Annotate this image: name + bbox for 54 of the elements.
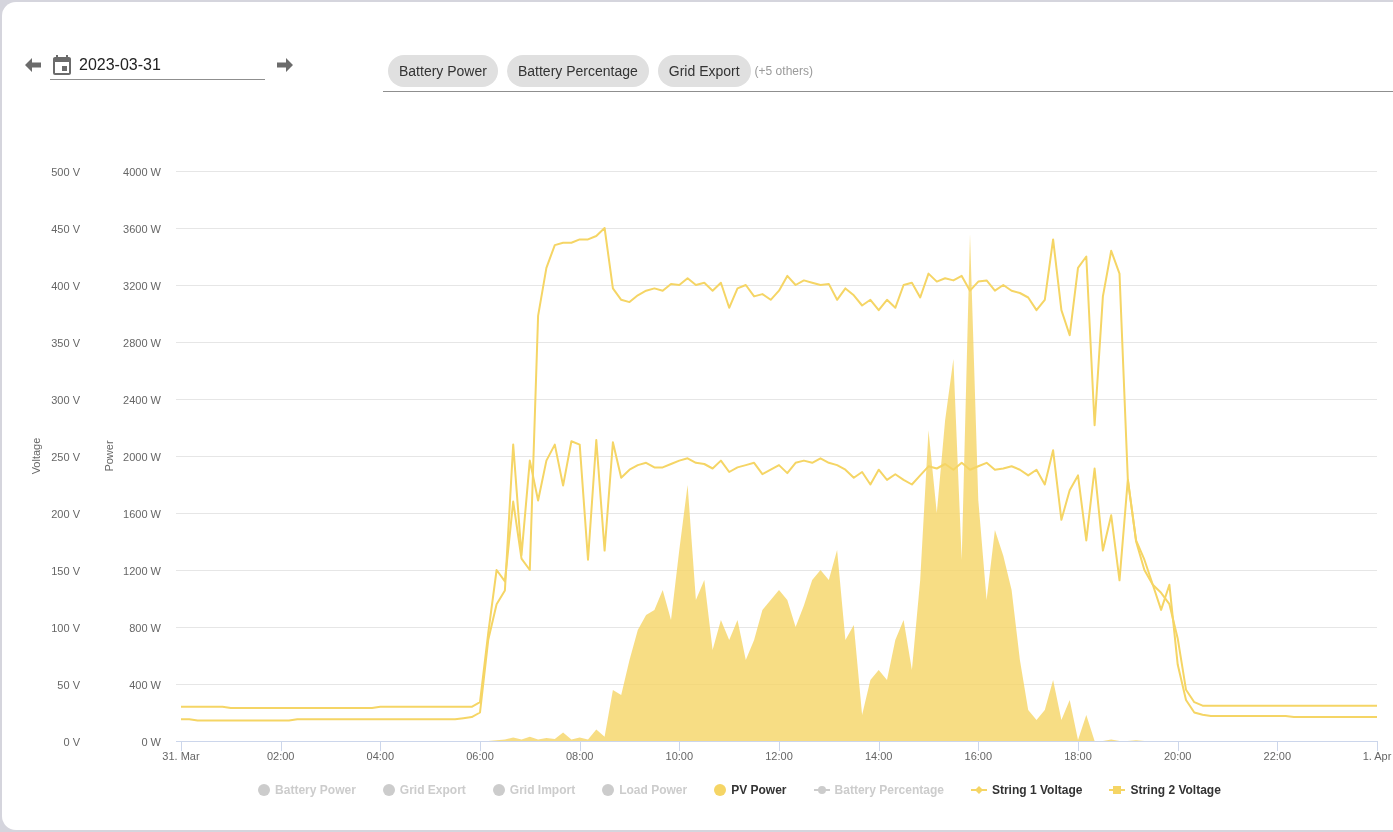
voltage-tick-label: 200 V	[51, 507, 80, 520]
legend-item[interactable]: PV Power	[714, 781, 787, 799]
time-tick-label: 04:00	[366, 750, 395, 762]
time-tick-label: 06:00	[466, 750, 494, 762]
dot-icon	[602, 784, 615, 796]
voltage-tick-label: 100 V	[51, 621, 80, 634]
time-tick-label: 08:00	[565, 750, 594, 762]
calendar-icon	[53, 54, 71, 75]
voltage-tick-label: 50 V	[57, 678, 80, 691]
voltage-tick-label: 150 V	[51, 564, 80, 577]
series-chip: Battery Percentage	[506, 55, 649, 87]
power-tick-label: 4000 W	[123, 165, 161, 178]
left-arrow-icon	[25, 58, 41, 72]
time-tick-label: 18:00	[1064, 750, 1092, 762]
time-tick-label: 1. Apr	[1362, 750, 1392, 762]
power-tick-label: 1200 W	[123, 564, 161, 577]
power-tick-label: 400 W	[129, 678, 161, 691]
time-tick-label: 14:00	[864, 750, 893, 762]
dot-icon	[258, 784, 271, 796]
voltage-axis-title: Voltage	[30, 437, 42, 475]
voltage-tick-label: 300 V	[51, 393, 80, 406]
dot-icon	[382, 784, 395, 796]
legend-item[interactable]: String 1 Voltage	[970, 781, 1083, 799]
right-arrow-icon	[277, 58, 293, 72]
power-axis-title: Power	[103, 440, 115, 472]
time-tick-label: 22:00	[1263, 750, 1292, 762]
time-tick-label: 20:00	[1163, 750, 1192, 762]
time-tick-label: 10:00	[665, 750, 694, 762]
voltage-tick-label: 250 V	[51, 450, 80, 463]
series-chip: Battery Power	[388, 55, 498, 87]
voltage-tick-label: 0 V	[63, 735, 80, 748]
dot-icon	[492, 784, 505, 796]
time-tick-label: 16:00	[964, 750, 993, 762]
time-tick-label: 31. Mar	[162, 750, 200, 762]
date-field[interactable]: 2023-03-31	[50, 50, 265, 80]
time-tick-label: 02:00	[266, 750, 295, 762]
power-tick-label: 2400 W	[123, 393, 161, 406]
more-count-label: (+5 others)	[754, 63, 813, 80]
voltage-tick-label: 400 V	[51, 279, 80, 292]
power-tick-label: 800 W	[129, 621, 161, 634]
series-select-field[interactable]: Battery Power Battery Percentage Grid Export (+5 others)	[383, 55, 1393, 92]
power-tick-label: 2000 W	[123, 450, 161, 463]
line-circle-marker-icon	[813, 786, 830, 794]
series-chip: Grid Export	[657, 55, 751, 87]
power-tick-label: 3600 W	[123, 222, 161, 235]
voltage-tick-label: 500 V	[51, 165, 80, 178]
power-tick-label: 2800 W	[123, 336, 161, 349]
voltage-tick-label: 350 V	[51, 336, 80, 349]
voltage-tick-label: 450 V	[51, 222, 80, 235]
legend-item[interactable]: String 2 Voltage	[1109, 781, 1221, 799]
time-tick-label: 12:00	[765, 750, 793, 762]
power-tick-label: 0 W	[141, 735, 161, 748]
power-tick-label: 3200 W	[123, 279, 161, 292]
power-tick-label: 1600 W	[123, 507, 161, 520]
